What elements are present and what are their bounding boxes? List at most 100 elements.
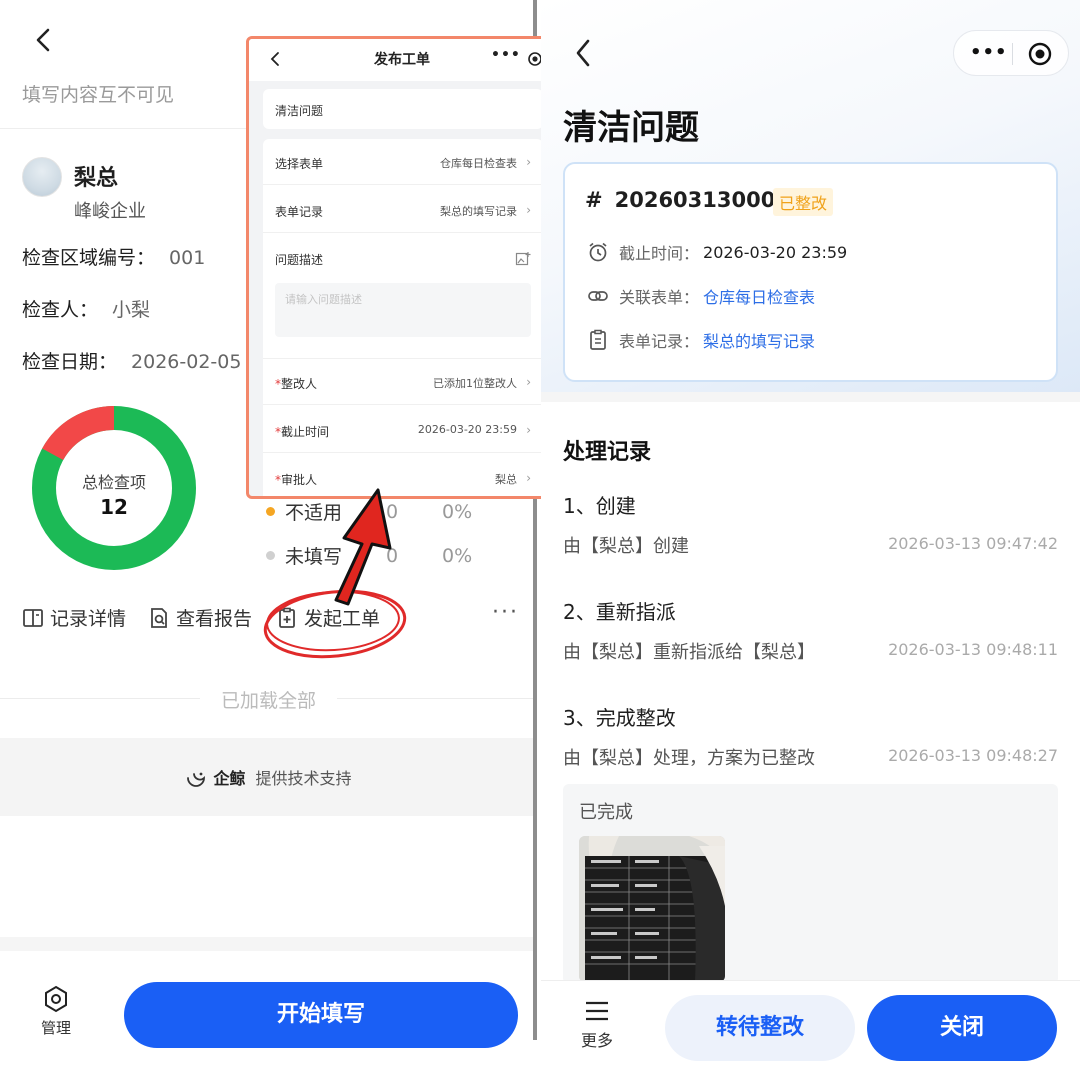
step-description: 由【梨总】创建 [563, 536, 689, 557]
linked-form-link[interactable]: 仓库每日检查表 [703, 284, 815, 308]
support-text: 提供技术支持 [255, 769, 352, 788]
row-value: 仓库每日检查表 [440, 157, 517, 170]
legend-unfilled: 未填写 0 0% [266, 542, 472, 569]
row-label: 选择表单 [275, 157, 324, 171]
chevron-right-icon: › [526, 375, 531, 389]
chevron-right-icon: › [526, 203, 531, 217]
status-badge: 已整改 [773, 188, 834, 216]
alarm-clock-icon [589, 242, 607, 262]
deadline-row[interactable]: *截止时间 2026-03-20 23:59 › [263, 407, 543, 453]
loaded-all-text: 已加载全部 [0, 686, 537, 713]
more-button[interactable]: 更多 [577, 999, 617, 1051]
more-options-icon[interactable]: ··· [492, 600, 519, 625]
row-label: *审批人 [275, 473, 318, 487]
legend-count: 0 [386, 500, 399, 523]
legend-label: 不适用 [285, 502, 343, 524]
ticket-summary-card: #202603130001 已整改 截止时间： 2026-03-20 23:59 … [563, 162, 1058, 382]
record-detail-label: 记录详情 [50, 608, 127, 630]
row-label: *截止时间 [275, 425, 330, 439]
legend-dot [266, 551, 275, 560]
clipboard-icon [590, 329, 606, 350]
to-pending-button[interactable]: 转待整改 [665, 995, 855, 1061]
more-options-icon[interactable]: ••• [970, 42, 1008, 63]
view-report-label: 查看报告 [176, 608, 253, 630]
manage-button[interactable]: 管理 [36, 985, 76, 1038]
publish-ticket-popup: 发布工单 ••• 清洁问题 选择表单 仓库每日检查表 › 表单记录 梨总的填写记… [246, 36, 558, 499]
section-gap [541, 392, 1080, 402]
info-value: 小梨 [112, 299, 151, 321]
back-chevron-icon[interactable] [30, 26, 58, 54]
step-time: 2026-03-13 09:47:42 [888, 534, 1058, 553]
whale-logo-icon [187, 772, 206, 787]
record-target-icon[interactable] [1027, 41, 1053, 67]
keyboard-shortcut-sheet-image [579, 836, 725, 982]
issue-title-field[interactable]: 清洁问题 [263, 89, 543, 129]
linked-form-line: 关联表单： 仓库每日检查表 [587, 284, 815, 308]
info-date: 检查日期： 2026-02-05 [22, 347, 241, 374]
visibility-hint: 填写内容互不可见 [22, 84, 175, 106]
approver-row[interactable]: *审批人 梨总 › [263, 455, 543, 496]
start-ticket-label: 发起工单 [304, 608, 381, 630]
avatar [22, 157, 62, 197]
rectifier-row[interactable]: *整改人 已添加1位整改人 › [263, 359, 543, 405]
section-title: 处理记录 [563, 440, 652, 465]
book-icon [23, 608, 43, 627]
right-screen: ••• 清洁问题 #202603130001 已整改 截止时间： 2026-03-… [541, 0, 1080, 1080]
legend-not-applicable: 不适用 0 0% [266, 498, 472, 525]
hash-icon: # [585, 188, 603, 212]
row-label: 表单记录 [275, 205, 324, 219]
miniprogram-capsule: ••• [953, 30, 1069, 76]
row-label: *整改人 [275, 377, 318, 391]
view-report-button[interactable]: 查看报告 [148, 604, 252, 631]
step-description: 由【梨总】重新指派给【梨总】 [563, 642, 815, 663]
legend-dot [266, 507, 275, 516]
record-detail-button[interactable]: 记录详情 [22, 604, 126, 631]
popup-header: 发布工单 ••• [249, 39, 555, 81]
form-record-link[interactable]: 梨总的填写记录 [703, 328, 815, 352]
step-title: 1、创建 [563, 494, 636, 518]
select-form-row[interactable]: 选择表单 仓库每日检查表 › [263, 139, 543, 185]
row-value: 梨总的填写记录 [440, 205, 517, 218]
ticket-form-card: 选择表单 仓库每日检查表 › 表单记录 梨总的填写记录 › 问题描述 请输入问题… [263, 139, 543, 496]
more-options-icon[interactable]: ••• [491, 47, 521, 63]
support-brand: 企鲸 [213, 769, 246, 788]
step-time: 2026-03-13 09:48:27 [888, 746, 1058, 765]
user-name: 梨总 [74, 166, 119, 191]
link-icon [588, 291, 608, 301]
legend-percent: 0% [442, 544, 473, 567]
menu-icon [586, 1001, 608, 1021]
donut-center-value: 12 [100, 495, 128, 519]
form-record-line: 表单记录： 梨总的填写记录 [587, 328, 815, 352]
donut-chart: 总检查项 12 [32, 406, 196, 570]
user-company: 峰峻企业 [74, 201, 146, 222]
chevron-right-icon: › [526, 423, 531, 437]
start-fill-button[interactable]: 开始填写 [124, 982, 518, 1048]
deadline-line: 截止时间： 2026-03-20 23:59 [587, 240, 847, 264]
right-bottom-bar: 更多 转待整改 关闭 [541, 980, 1080, 1080]
row-value: 2026-03-20 23:59 [417, 423, 517, 436]
clipboard-add-icon [279, 607, 295, 628]
row-label: 问题描述 [275, 253, 324, 267]
description-input[interactable]: 请输入问题描述 [275, 283, 531, 337]
legend-label: 未填写 [285, 546, 343, 568]
add-image-icon[interactable] [515, 251, 531, 267]
info-inspector: 检查人： 小梨 [22, 295, 150, 322]
manage-label: 管理 [40, 1019, 71, 1037]
back-chevron-icon[interactable] [573, 38, 593, 68]
step-title: 3、完成整改 [563, 706, 676, 730]
step-time: 2026-03-13 09:48:11 [888, 640, 1058, 659]
photo-thumbnail[interactable] [579, 836, 725, 982]
issue-title-value: 清洁问题 [275, 104, 324, 118]
divider [0, 937, 537, 951]
report-search-icon [151, 607, 167, 628]
close-button[interactable]: 关闭 [867, 995, 1057, 1061]
start-ticket-button[interactable]: 发起工单 [276, 604, 380, 631]
row-value: 梨总 [495, 473, 517, 486]
form-record-row[interactable]: 表单记录 梨总的填写记录 › [263, 187, 543, 233]
row-value: 已添加1位整改人 [433, 377, 517, 390]
info-value: 001 [169, 247, 206, 269]
step-description: 由【梨总】处理，方案为已整改 [563, 748, 815, 769]
info-label: 检查人： [22, 299, 99, 321]
hexagon-settings-icon [45, 985, 67, 1013]
tech-support-banner: 企鲸 提供技术支持 [0, 738, 537, 816]
